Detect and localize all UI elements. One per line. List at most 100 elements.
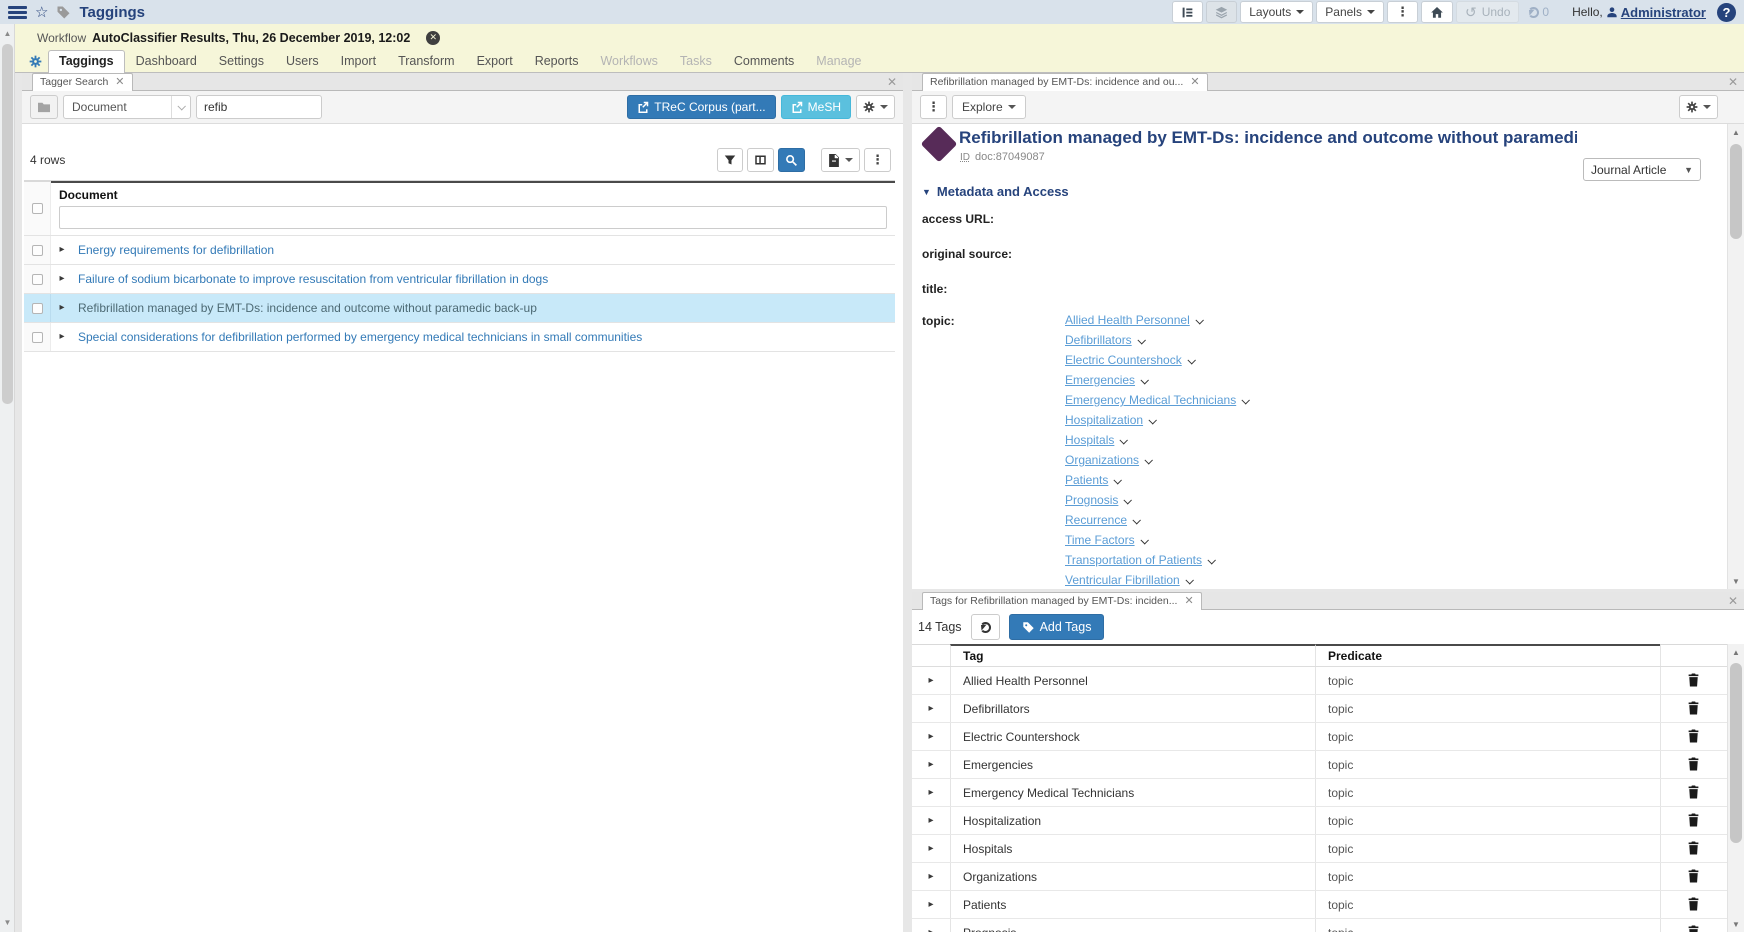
scroll-down-icon[interactable]: ▼ <box>1728 573 1744 589</box>
document-link[interactable]: Special considerations for defibrillatio… <box>73 323 895 351</box>
help-button[interactable]: ? <box>1717 3 1736 22</box>
tag-row[interactable]: ▸ Electric Countershock topic <box>912 723 1727 751</box>
scroll-down-icon[interactable]: ▼ <box>0 915 15 930</box>
delete-tag-button[interactable] <box>1687 729 1701 744</box>
sync-status[interactable]: 0 <box>1522 5 1555 19</box>
row-checkbox[interactable] <box>32 274 43 285</box>
topic-link[interactable]: Time Factors <box>1065 533 1135 547</box>
document-link[interactable]: Failure of sodium bicarbonate to improve… <box>73 265 895 293</box>
search-input[interactable] <box>196 95 322 119</box>
topic-link[interactable]: Patients <box>1065 473 1108 487</box>
column-filter-input[interactable] <box>59 206 887 229</box>
chevron-down-icon[interactable] <box>1124 496 1132 504</box>
topic-link[interactable]: Hospitalization <box>1065 413 1143 427</box>
expand-arrow-icon[interactable]: ▸ <box>59 245 64 255</box>
topic-link[interactable]: Electric Countershock <box>1065 353 1182 367</box>
select-all-checkbox[interactable] <box>32 203 43 214</box>
close-icon[interactable]: ✕ <box>115 78 124 87</box>
home-button[interactable] <box>1421 1 1453 23</box>
table-menu-button[interactable]: ⋮ <box>864 148 891 172</box>
folder-button[interactable] <box>30 95 58 119</box>
chevron-down-icon[interactable] <box>1137 336 1145 344</box>
columns-button[interactable] <box>747 148 774 172</box>
delete-tag-button[interactable] <box>1687 897 1701 912</box>
settings-gear-icon[interactable] <box>29 55 42 68</box>
topic-link[interactable]: Prognosis <box>1065 493 1118 507</box>
expand-arrow-icon[interactable]: ▸ <box>928 900 933 910</box>
row-checkbox[interactable] <box>32 303 43 314</box>
tags-scrollbar[interactable]: ▲ ▼ <box>1727 644 1744 932</box>
tag-row[interactable]: ▸ Allied Health Personnel topic <box>912 667 1727 695</box>
add-tags-button[interactable]: Add Tags <box>1009 614 1105 640</box>
nav-tab[interactable]: Manage <box>805 50 872 72</box>
tag-row[interactable]: ▸ Hospitalization topic <box>912 807 1727 835</box>
delete-tag-button[interactable] <box>1687 701 1701 716</box>
chevron-down-icon[interactable] <box>1149 416 1157 424</box>
expand-arrow-icon[interactable]: ▸ <box>928 732 933 742</box>
delete-tag-button[interactable] <box>1687 813 1701 828</box>
close-icon[interactable]: ✕ <box>1190 78 1199 87</box>
nav-tab[interactable]: Transform <box>387 50 466 72</box>
nav-tab[interactable]: Taggings <box>48 50 125 73</box>
trec-corpus-button[interactable]: TReC Corpus (part... <box>627 95 775 119</box>
nav-tab[interactable]: Export <box>466 50 524 72</box>
layouts-button[interactable]: Layouts <box>1240 1 1313 23</box>
topic-link[interactable]: Emergency Medical Technicians <box>1065 393 1236 407</box>
chevron-down-icon[interactable] <box>1114 476 1122 484</box>
scroll-down-icon[interactable]: ▼ <box>1728 916 1744 932</box>
delete-tag-button[interactable] <box>1687 673 1701 688</box>
delete-tag-button[interactable] <box>1687 925 1701 932</box>
mesh-button[interactable]: MeSH <box>781 95 851 119</box>
close-icon[interactable]: ✕ <box>1184 597 1193 606</box>
document-row[interactable]: ▸ Energy requirements for defibrillation <box>24 235 895 264</box>
more-menu-button[interactable]: ⋮ <box>1387 1 1418 23</box>
tag-row[interactable]: ▸ Emergency Medical Technicians topic <box>912 779 1727 807</box>
doc-type-select[interactable]: Journal Article ▼ <box>1583 158 1701 181</box>
tag-row[interactable]: ▸ Emergencies topic <box>912 751 1727 779</box>
nav-tab[interactable]: Comments <box>723 50 805 72</box>
expand-arrow-icon[interactable]: ▸ <box>928 760 933 770</box>
delete-tag-button[interactable] <box>1687 757 1701 772</box>
topic-link[interactable]: Organizations <box>1065 453 1139 467</box>
panel-menu-button[interactable]: ⋮ <box>920 95 947 119</box>
scroll-up-icon[interactable]: ▲ <box>1728 644 1744 660</box>
nav-tab[interactable]: Users <box>275 50 330 72</box>
document-link[interactable]: Energy requirements for defibrillation <box>73 236 895 264</box>
chevron-down-icon[interactable] <box>1185 576 1193 584</box>
scrollbar-thumb[interactable] <box>2 44 13 404</box>
favorite-star-icon[interactable]: ☆ <box>35 5 48 20</box>
tab-tagger-search[interactable]: Tagger Search ✕ <box>32 73 133 91</box>
chevron-down-icon[interactable] <box>1120 436 1128 444</box>
topic-link[interactable]: Defibrillators <box>1065 333 1132 347</box>
tree-view-button[interactable] <box>1172 1 1203 23</box>
search-toggle-button[interactable] <box>778 148 805 172</box>
expand-arrow-icon[interactable]: ▸ <box>928 704 933 714</box>
nav-tab[interactable]: Dashboard <box>125 50 208 72</box>
expand-arrow-icon[interactable]: ▸ <box>928 872 933 882</box>
topic-link[interactable]: Recurrence <box>1065 513 1127 527</box>
nav-tab[interactable]: Import <box>330 50 387 72</box>
tag-row[interactable]: ▸ Prognosis topic <box>912 919 1727 932</box>
row-checkbox[interactable] <box>32 332 43 343</box>
panels-button[interactable]: Panels <box>1316 1 1384 23</box>
window-scrollbar[interactable]: ▲ ▼ <box>0 24 15 932</box>
topic-link[interactable]: Allied Health Personnel <box>1065 313 1190 327</box>
chevron-down-icon[interactable] <box>1140 376 1148 384</box>
document-link[interactable]: Refibrillation managed by EMT-Ds: incide… <box>73 294 895 322</box>
chevron-down-icon[interactable] <box>1187 356 1195 364</box>
entity-type-select[interactable]: Document <box>63 95 191 119</box>
user-link[interactable]: Administrator <box>1606 5 1706 20</box>
undo-button[interactable]: ↺Undo <box>1456 1 1519 23</box>
scroll-up-icon[interactable]: ▲ <box>1728 124 1744 140</box>
delete-tag-button[interactable] <box>1687 841 1701 856</box>
expand-arrow-icon[interactable]: ▸ <box>928 844 933 854</box>
chevron-down-icon[interactable] <box>1195 316 1203 324</box>
search-options-button[interactable] <box>856 95 895 119</box>
panel-close-icon[interactable]: ✕ <box>887 75 897 89</box>
expand-arrow-icon[interactable]: ▸ <box>59 303 64 313</box>
topic-link[interactable]: Hospitals <box>1065 433 1114 447</box>
expand-arrow-icon[interactable]: ▸ <box>59 274 64 284</box>
scrollbar-thumb[interactable] <box>1730 663 1742 843</box>
menu-icon[interactable] <box>8 6 27 19</box>
scrollbar-thumb[interactable] <box>1730 144 1742 239</box>
